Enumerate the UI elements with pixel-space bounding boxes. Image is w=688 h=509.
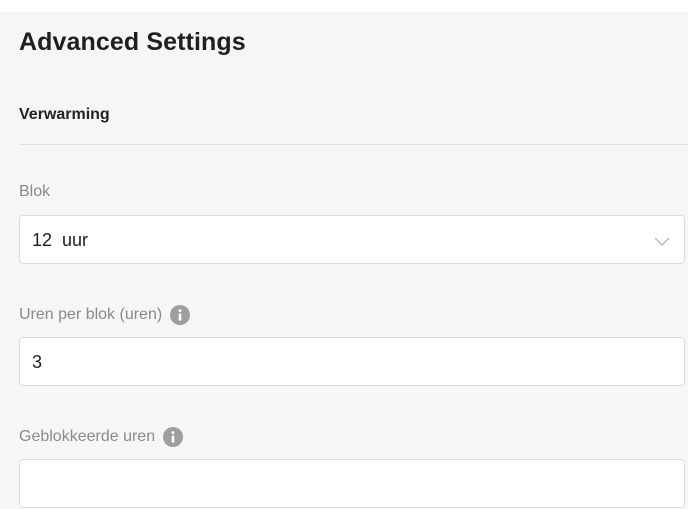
top-strip [0, 0, 688, 12]
blok-select-value: 12 uur [32, 230, 89, 250]
blok-label-text: Blok [19, 183, 51, 200]
uren-per-blok-label: Uren per blok (uren) [19, 305, 191, 325]
uren-per-blok-input-value: 3 [32, 352, 43, 372]
uren-per-blok-input[interactable]: 3 [19, 337, 685, 386]
geblokkeerde-uren-input[interactable] [19, 459, 685, 508]
chevron-down-icon [654, 234, 670, 252]
blok-select[interactable]: 12 uur [19, 215, 685, 264]
uren-per-blok-label-text: Uren per blok (uren) [19, 306, 163, 323]
section-title-verwarming: Verwarming [19, 106, 110, 123]
info-icon[interactable] [163, 427, 184, 447]
blok-label: Blok [19, 183, 50, 201]
geblokkeerde-uren-label-text: Geblokkeerde uren [19, 428, 156, 445]
section-divider [19, 144, 688, 145]
geblokkeerde-uren-label: Geblokkeerde uren [19, 427, 184, 447]
advanced-settings-panel: Advanced Settings Verwarming Blok 12 uur… [0, 12, 688, 509]
page-title: Advanced Settings [19, 28, 246, 56]
info-icon[interactable] [170, 305, 191, 325]
